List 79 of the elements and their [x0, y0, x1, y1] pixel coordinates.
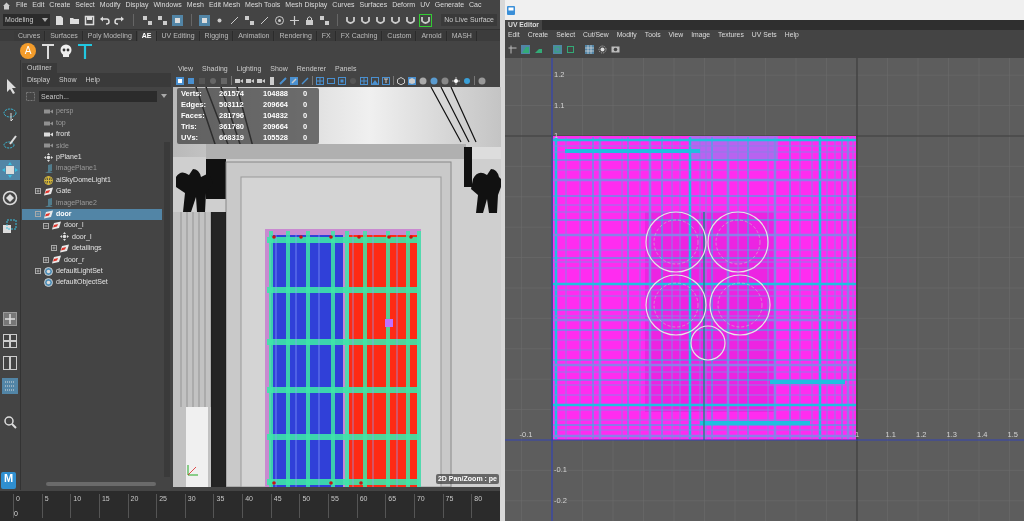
- cube-icon[interactable]: [408, 76, 416, 85]
- paint-brush-icon[interactable]: [2, 134, 18, 150]
- expand-icon[interactable]: [34, 268, 41, 275]
- resolution-gate-icon[interactable]: [338, 76, 346, 85]
- hierarchy-icon[interactable]: [319, 14, 331, 26]
- cube-icon[interactable]: [397, 76, 405, 85]
- magnet-icon[interactable]: [405, 14, 417, 26]
- camera-icon: [44, 130, 53, 138]
- group-icon: [44, 186, 53, 196]
- joint-icon[interactable]: [77, 42, 93, 59]
- search-icon[interactable]: [3, 416, 17, 429]
- image-icon[interactable]: [371, 76, 379, 85]
- grid-icon[interactable]: [360, 76, 368, 85]
- grid-icon[interactable]: [316, 76, 324, 85]
- undo-icon[interactable]: [98, 14, 110, 26]
- camera-icon: [44, 108, 53, 116]
- film-gate-icon[interactable]: [327, 76, 335, 85]
- pencil-icon[interactable]: [290, 76, 298, 85]
- home-icon[interactable]: [2, 1, 11, 10]
- layout-icon[interactable]: [3, 312, 17, 326]
- caret-icon[interactable]: [161, 94, 167, 98]
- camera-icon[interactable]: [246, 76, 254, 85]
- checker-icon[interactable]: [553, 45, 562, 54]
- transform-icon: [44, 152, 53, 162]
- grid-icon[interactable]: [508, 45, 517, 54]
- two-panel-layout-icon[interactable]: [3, 356, 17, 370]
- light-icon[interactable]: [452, 76, 460, 85]
- group-icon: [52, 221, 61, 231]
- joint-icon[interactable]: [41, 42, 55, 59]
- new-file-icon[interactable]: [53, 14, 65, 26]
- magnet-icon[interactable]: [345, 14, 357, 26]
- camera-icon: [44, 142, 53, 150]
- image-plane-icon: [44, 164, 53, 174]
- select-mode-icon[interactable]: [171, 14, 183, 26]
- select-camera-icon[interactable]: [176, 76, 184, 85]
- hierarchy-icon[interactable]: [244, 14, 256, 26]
- target-icon[interactable]: [598, 45, 607, 54]
- hierarchy-icon[interactable]: [141, 14, 153, 26]
- group-icon: [44, 209, 53, 219]
- camera-icon[interactable]: [235, 76, 243, 85]
- image-plane-icon: [44, 198, 53, 208]
- expand-icon[interactable]: [50, 245, 57, 252]
- app-logo: M: [1, 472, 16, 489]
- lasso-icon[interactable]: [2, 106, 18, 122]
- window-app-icon: [507, 5, 515, 15]
- magnet-icon[interactable]: [360, 14, 372, 26]
- magnet-icon[interactable]: [420, 14, 432, 26]
- hierarchy-icon[interactable]: [156, 14, 168, 26]
- transform-icon: [60, 232, 69, 242]
- camera-icon[interactable]: [257, 76, 265, 85]
- scrollbar-thumb[interactable]: [46, 482, 156, 486]
- group-icon: [52, 255, 61, 265]
- four-panel-layout-icon[interactable]: [3, 334, 17, 348]
- scale-tool-icon[interactable]: [2, 218, 18, 234]
- target-icon[interactable]: [274, 14, 286, 26]
- select-mode-icon[interactable]: [199, 14, 211, 26]
- magnet-icon[interactable]: [390, 14, 402, 26]
- caret-icon: [41, 18, 48, 22]
- pencil-icon[interactable]: [279, 76, 287, 85]
- camera-icon[interactable]: [611, 45, 620, 54]
- line-icon[interactable]: [229, 14, 241, 26]
- lock-icon[interactable]: [304, 14, 316, 26]
- magnet-icon[interactable]: [375, 14, 387, 26]
- expand-icon[interactable]: [34, 188, 41, 195]
- redo-icon[interactable]: [113, 14, 125, 26]
- collapse-icon[interactable]: [42, 222, 49, 229]
- skull-icon[interactable]: [60, 43, 72, 58]
- globe-icon: [44, 175, 53, 185]
- bookmark-icon[interactable]: [268, 76, 276, 85]
- line-icon[interactable]: [259, 14, 271, 26]
- camera-icon: [44, 119, 53, 127]
- rotate-tool-icon[interactable]: [2, 190, 18, 206]
- plus-icon[interactable]: [289, 14, 301, 26]
- pencil-icon[interactable]: [301, 76, 309, 85]
- save-icon[interactable]: [83, 14, 95, 26]
- checker-icon[interactable]: [566, 45, 575, 54]
- group-icon: [60, 243, 69, 253]
- expand-icon[interactable]: [42, 256, 49, 263]
- move-tool-icon[interactable]: [2, 162, 18, 178]
